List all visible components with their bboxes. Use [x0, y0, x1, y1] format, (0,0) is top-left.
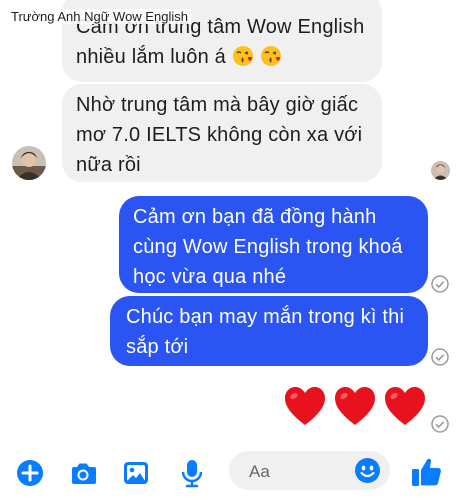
thumbs-up-icon[interactable]	[409, 455, 443, 489]
message-line: sắp tới	[126, 336, 189, 358]
watermark-text: Trường Anh Ngữ Wow English	[8, 9, 191, 24]
message-line: nữa rồi	[76, 154, 141, 176]
delivered-check-icon	[431, 348, 449, 366]
seen-avatar	[431, 161, 450, 180]
message-input[interactable]	[247, 460, 351, 484]
outgoing-message-bubble[interactable]: Cảm ơn bạn đã đồng hành cùng Wow English…	[119, 196, 428, 293]
delivered-check-icon	[431, 275, 449, 293]
message-line: Nhờ trung tâm mà bây giờ giấc	[76, 94, 359, 116]
heart-reactions-message[interactable]	[282, 384, 428, 428]
red-heart-icon	[285, 387, 325, 425]
message-line: cùng Wow English trong khoá	[133, 236, 403, 258]
photo-icon[interactable]	[121, 458, 151, 488]
message-line: học vừa qua nhé	[133, 266, 287, 288]
add-circle-icon[interactable]	[15, 458, 45, 488]
incoming-message-bubble[interactable]: Nhờ trung tâm mà bây giờ giấc mơ 7.0 IEL…	[62, 84, 382, 182]
sender-avatar[interactable]	[12, 146, 46, 180]
microphone-icon[interactable]	[177, 458, 207, 488]
red-heart-icon	[335, 387, 375, 425]
delivered-check-icon	[431, 415, 449, 433]
message-line: nhiều lắm luôn á	[76, 42, 368, 76]
outgoing-message-bubble[interactable]: Chúc bạn may mắn trong kì thi sắp tới	[110, 296, 428, 366]
emoji-icon[interactable]	[354, 457, 381, 484]
red-heart-icon	[385, 387, 425, 425]
message-input-container[interactable]	[229, 451, 390, 490]
message-line: Cảm ơn bạn đã đồng hành	[133, 206, 377, 228]
message-line: mơ 7.0 IELTS không còn xa với	[76, 124, 363, 146]
message-line: Chúc bạn may mắn trong kì thi	[126, 306, 405, 328]
camera-icon[interactable]	[68, 458, 98, 488]
kissing-heart-emoji-icon	[232, 45, 254, 76]
kissing-heart-emoji-icon	[260, 45, 282, 76]
